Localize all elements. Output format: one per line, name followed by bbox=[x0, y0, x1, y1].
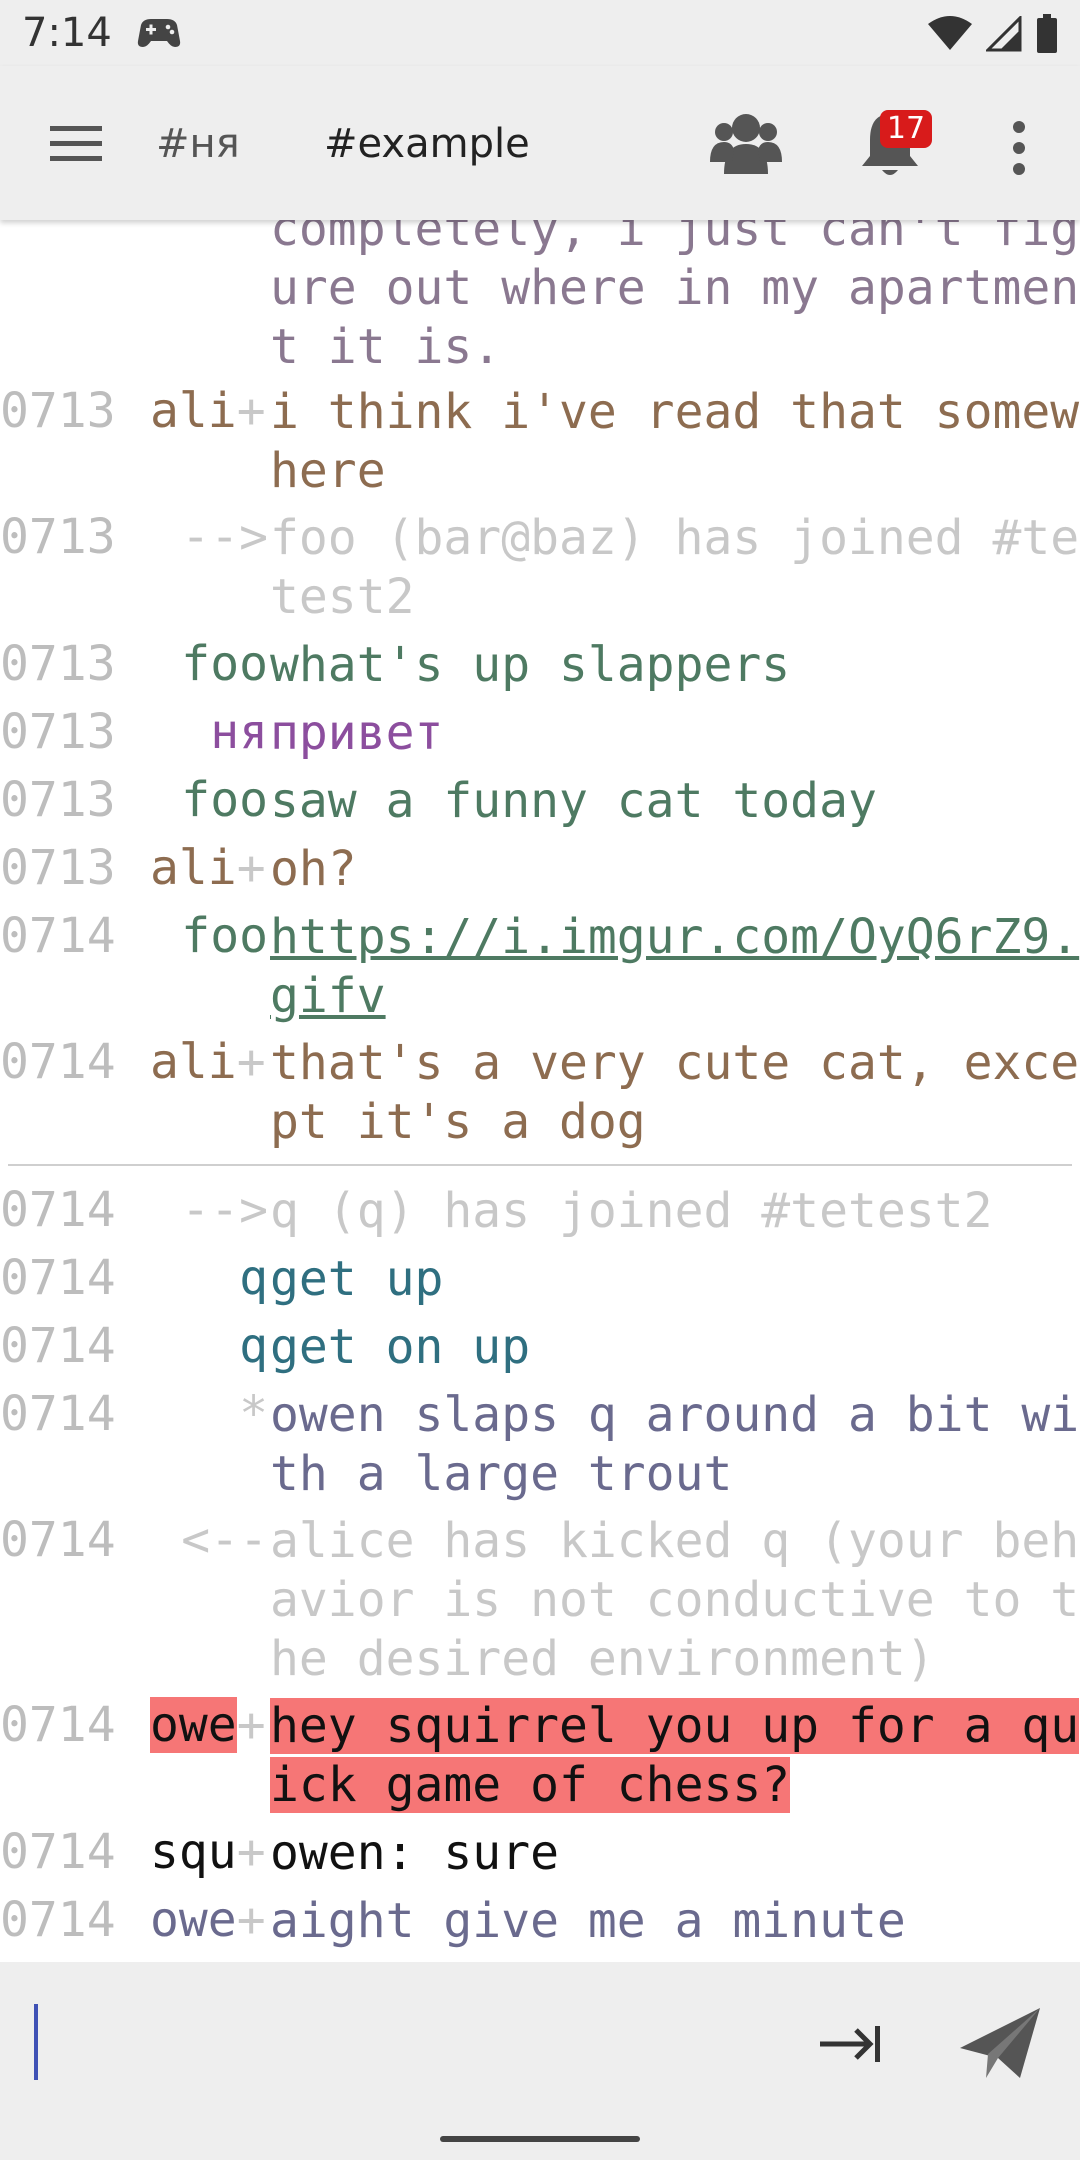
message-text: alice has kicked q (your behavior is not… bbox=[270, 1513, 1080, 1687]
send-icon[interactable] bbox=[958, 2006, 1042, 2082]
message-text: get on up bbox=[270, 1319, 531, 1375]
message-input-bar bbox=[0, 1962, 1080, 2160]
message-text: q (q) has joined #tetest2 bbox=[270, 1183, 993, 1239]
battery-icon bbox=[1037, 14, 1057, 53]
message-text: owen: sure bbox=[270, 1825, 559, 1881]
message-time: 0714 bbox=[0, 1697, 116, 1753]
message-text: aight give me a minute bbox=[270, 1893, 906, 1949]
message-text: completely, i just can't figure out wher… bbox=[270, 220, 1080, 375]
message-text: oh? bbox=[270, 841, 357, 897]
read-marker-divider bbox=[8, 1164, 1072, 1166]
message-time: 0713 bbox=[0, 772, 116, 828]
message-nick[interactable]: ali+ bbox=[150, 840, 268, 896]
status-bar: 7:14 bbox=[0, 0, 1080, 66]
message-text: привет bbox=[270, 705, 444, 761]
message-text: owen slaps q around a bit with a large t… bbox=[270, 1387, 1080, 1502]
message-time: 0714 bbox=[0, 1250, 116, 1306]
message-time: 0714 bbox=[0, 1034, 116, 1090]
notification-badge: 17 bbox=[880, 110, 932, 148]
message-nick: <-- bbox=[181, 1512, 268, 1568]
wifi-icon bbox=[928, 16, 972, 50]
message-text: hey squirrel you up for a quick game of … bbox=[270, 1698, 1080, 1813]
message-text: saw a funny cat today bbox=[270, 773, 877, 829]
message-time: 0714 bbox=[0, 1512, 116, 1568]
message-link[interactable]: https://i.imgur.com/OyQ6rZ9.gifv bbox=[270, 908, 1080, 1026]
message-time: 0714 bbox=[0, 1182, 116, 1238]
gesture-nav-handle[interactable] bbox=[440, 2136, 640, 2142]
message-text: get up bbox=[270, 1251, 444, 1307]
message-time: 0714 bbox=[0, 1386, 116, 1442]
status-time: 7:14 bbox=[22, 10, 112, 56]
message-text: foo (bar@baz) has joined #tetest2 bbox=[270, 510, 1080, 625]
message-nick[interactable]: ня bbox=[150, 704, 268, 760]
message-nick[interactable]: foo bbox=[150, 636, 268, 692]
message-text: that's a very cute cat, except it's a do… bbox=[270, 1035, 1080, 1150]
more-vert-icon[interactable] bbox=[1008, 118, 1030, 178]
signal-icon bbox=[986, 16, 1022, 52]
message-time: 0714 bbox=[0, 1824, 116, 1880]
message-nick[interactable]: ali+ bbox=[150, 383, 268, 439]
tab-channel-nya[interactable]: #ня bbox=[156, 118, 240, 170]
message-time: 0713 bbox=[0, 509, 116, 565]
gamepad-icon bbox=[137, 19, 181, 47]
message-nick: --> bbox=[181, 1182, 268, 1238]
message-time: 0713 bbox=[0, 383, 116, 439]
users-icon[interactable] bbox=[710, 110, 782, 176]
chat-log[interactable]: completely, i just can't figure out wher… bbox=[0, 220, 1080, 1962]
message-nick[interactable]: owe+ bbox=[150, 1892, 268, 1948]
message-nick: --> bbox=[181, 509, 268, 565]
message-nick[interactable]: q bbox=[150, 1318, 268, 1374]
message-nick[interactable]: foo bbox=[150, 908, 268, 964]
message-time: 0713 bbox=[0, 704, 116, 760]
message-time: 0714 bbox=[0, 908, 116, 964]
message-time: 0713 bbox=[0, 840, 116, 896]
message-nick[interactable]: q bbox=[150, 1250, 268, 1306]
message-nick[interactable]: owe+ bbox=[150, 1697, 268, 1753]
message-time: 0714 bbox=[0, 1318, 116, 1374]
message-input[interactable] bbox=[34, 2004, 38, 2080]
message-nick[interactable]: ali+ bbox=[150, 1034, 268, 1090]
message-nick[interactable]: squ+ bbox=[150, 1824, 268, 1880]
menu-icon[interactable] bbox=[48, 122, 106, 166]
message-nick[interactable]: foo bbox=[150, 772, 268, 828]
app-toolbar: #ня #example 17 bbox=[0, 66, 1080, 220]
message-text: i think i've read that somewhere bbox=[270, 384, 1080, 499]
message-text: what's up slappers bbox=[270, 637, 791, 693]
message-nick: * bbox=[239, 1386, 268, 1442]
status-icons bbox=[928, 14, 1058, 54]
tab-channel-example[interactable]: #example bbox=[324, 118, 530, 170]
tab-complete-icon[interactable] bbox=[818, 2024, 884, 2064]
message-time: 0713 bbox=[0, 636, 116, 692]
message-time: 0714 bbox=[0, 1892, 116, 1948]
